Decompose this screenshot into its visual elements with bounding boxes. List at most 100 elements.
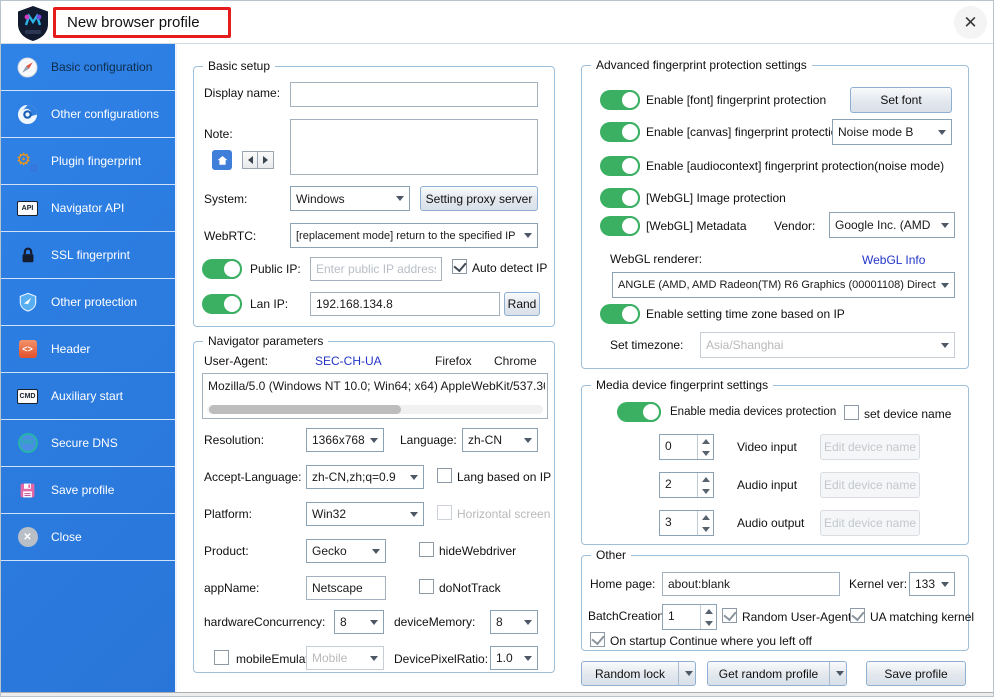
- spin-down-icon[interactable]: [701, 617, 716, 629]
- batch-creation-spinner[interactable]: 1: [662, 604, 717, 630]
- ua-scrollbar-track[interactable]: [207, 405, 543, 414]
- sec-ch-ua-link[interactable]: SEC-CH-UA: [315, 354, 382, 368]
- resolution-dropdown[interactable]: 1366x768: [306, 428, 384, 452]
- edit-video-device-button[interactable]: Edit device name: [820, 434, 920, 460]
- audio-output-spinner[interactable]: 3: [659, 510, 714, 536]
- auto-detect-ip-checkbox[interactable]: [452, 259, 467, 274]
- sidebar-item-other-configurations[interactable]: Other configurations: [1, 91, 175, 138]
- ua-matching-kernel-checkbox[interactable]: [850, 608, 865, 623]
- lan-ip-toggle[interactable]: [202, 294, 242, 314]
- sidebar-item-label: Header: [51, 342, 91, 356]
- sidebar-item-ssl-fingerprint[interactable]: SSL fingerprint: [1, 232, 175, 279]
- edit-audio-output-device-button[interactable]: Edit device name: [820, 510, 920, 536]
- hide-webdriver-checkbox[interactable]: [419, 542, 434, 557]
- sidebar-item-basic-configuration[interactable]: Basic configuration: [1, 44, 175, 91]
- webgl-renderer-dropdown[interactable]: ANGLE (AMD, AMD Radeon(TM) R6 Graphics (…: [612, 272, 955, 298]
- toggle-knob: [620, 216, 640, 236]
- device-pixel-ratio-dropdown[interactable]: 1.0: [490, 646, 538, 670]
- rand-button[interactable]: Rand: [504, 292, 540, 316]
- audiocontext-protection-toggle[interactable]: [600, 156, 640, 176]
- public-ip-toggle[interactable]: [202, 259, 242, 279]
- timezone-dropdown[interactable]: Asia/Shanghai: [700, 332, 955, 358]
- timezone-by-ip-toggle[interactable]: [600, 304, 640, 324]
- product-dropdown[interactable]: Gecko: [306, 539, 386, 563]
- font-protection-toggle[interactable]: [600, 90, 640, 110]
- sidebar-item-auxiliary-start[interactable]: CMD Auxiliary start: [1, 373, 175, 420]
- spin-up-icon[interactable]: [698, 435, 713, 447]
- sidebar-item-label: Plugin fingerprint: [51, 154, 142, 168]
- spin-up-icon[interactable]: [698, 511, 713, 523]
- accept-language-label: Accept-Language:: [204, 470, 302, 484]
- system-dropdown[interactable]: Windows: [290, 186, 410, 211]
- audio-input-spinner[interactable]: 2: [659, 472, 714, 498]
- mobile-dropdown[interactable]: Mobile: [306, 646, 384, 670]
- platform-dropdown[interactable]: Win32: [306, 502, 424, 526]
- left-arrow-icon[interactable]: [242, 151, 258, 169]
- random-user-agent-checkbox[interactable]: [722, 608, 737, 623]
- random-lock-button[interactable]: Random lock: [581, 661, 696, 686]
- do-not-track-checkbox[interactable]: [419, 579, 434, 594]
- home-icon[interactable]: [212, 150, 232, 170]
- webgl-image-toggle[interactable]: [600, 188, 640, 208]
- media-devices-toggle[interactable]: [617, 402, 661, 422]
- canvas-noise-mode-dropdown[interactable]: Noise mode B: [832, 119, 952, 145]
- compass-icon: [16, 56, 39, 79]
- spin-down-icon[interactable]: [698, 523, 713, 535]
- dropdown-arrow-icon[interactable]: [829, 662, 846, 685]
- get-random-profile-button[interactable]: Get random profile: [707, 661, 847, 686]
- canvas-protection-toggle[interactable]: [600, 122, 640, 142]
- save-profile-button[interactable]: Save profile: [866, 661, 966, 686]
- sidebar-item-navigator-api[interactable]: API Navigator API: [1, 185, 175, 232]
- lock-icon: [16, 244, 39, 267]
- sidebar-item-label: Auxiliary start: [51, 389, 124, 403]
- spin-down-icon[interactable]: [698, 447, 713, 459]
- chrome-link[interactable]: Chrome: [494, 354, 537, 368]
- spin-up-icon[interactable]: [698, 473, 713, 485]
- ua-scrollbar-thumb[interactable]: [209, 405, 401, 414]
- webgl-metadata-label: [WebGL] Metadata: [646, 219, 747, 233]
- set-font-button[interactable]: Set font: [850, 87, 952, 113]
- sidebar-item-plugin-fingerprint[interactable]: Plugin fingerprint: [1, 138, 175, 185]
- sidebar-item-save-profile[interactable]: Save profile: [1, 467, 175, 514]
- sidebar-item-other-protection[interactable]: Other protection: [1, 279, 175, 326]
- hardware-concurrency-dropdown[interactable]: 8: [334, 610, 384, 634]
- home-page-input[interactable]: [662, 572, 840, 596]
- dropdown-arrow-icon: [524, 437, 532, 443]
- set-device-name-checkbox[interactable]: [844, 405, 859, 420]
- firefox-link[interactable]: Firefox: [435, 354, 472, 368]
- webgl-metadata-toggle[interactable]: [600, 216, 640, 236]
- vendor-dropdown[interactable]: Google Inc. (AMD: [829, 212, 955, 238]
- webgl-info-link[interactable]: WebGL Info: [862, 253, 925, 267]
- sidebar-item-secure-dns[interactable]: DNS Secure DNS: [1, 420, 175, 467]
- public-ip-input[interactable]: [310, 257, 442, 281]
- video-input-spinner[interactable]: 0: [659, 434, 714, 460]
- spin-down-icon[interactable]: [698, 485, 713, 497]
- accept-language-dropdown[interactable]: zh-CN,zh;q=0.9: [306, 465, 424, 489]
- sidebar-item-label: Other configurations: [51, 107, 160, 121]
- right-arrow-icon[interactable]: [258, 151, 274, 169]
- language-dropdown[interactable]: zh-CN: [462, 428, 538, 452]
- setting-proxy-server-button[interactable]: Setting proxy server: [420, 186, 538, 211]
- mobile-emulation-checkbox[interactable]: [214, 650, 229, 665]
- horizontal-screen-checkbox[interactable]: [437, 505, 452, 520]
- note-textarea[interactable]: [290, 119, 538, 175]
- sidebar-item-header[interactable]: Header: [1, 326, 175, 373]
- edit-audio-input-device-button[interactable]: Edit device name: [820, 472, 920, 498]
- device-memory-dropdown[interactable]: 8: [490, 610, 538, 634]
- user-agent-input[interactable]: Mozilla/5.0 (Windows NT 10.0; Win64; x64…: [202, 373, 548, 419]
- kernel-ver-dropdown[interactable]: 133: [909, 572, 955, 596]
- lan-ip-input[interactable]: [310, 292, 500, 316]
- lang-based-on-ip-checkbox[interactable]: [437, 468, 452, 483]
- basic-setup-group: Basic setup Display name: Note: System: …: [193, 59, 555, 327]
- sidebar-item-close[interactable]: Close: [1, 514, 175, 561]
- dropdown-arrow-icon: [370, 437, 378, 443]
- dropdown-arrow-icon[interactable]: [678, 662, 695, 685]
- close-icon[interactable]: [954, 6, 987, 39]
- webrtc-dropdown[interactable]: [replacement mode] return to the specifi…: [290, 223, 538, 248]
- display-name-input[interactable]: [290, 82, 538, 107]
- media-device-legend: Media device fingerprint settings: [591, 378, 774, 392]
- startup-continue-checkbox[interactable]: [590, 632, 605, 647]
- appname-input[interactable]: [306, 576, 386, 600]
- sidebar-item-label: Secure DNS: [51, 436, 118, 450]
- spin-up-icon[interactable]: [701, 605, 716, 617]
